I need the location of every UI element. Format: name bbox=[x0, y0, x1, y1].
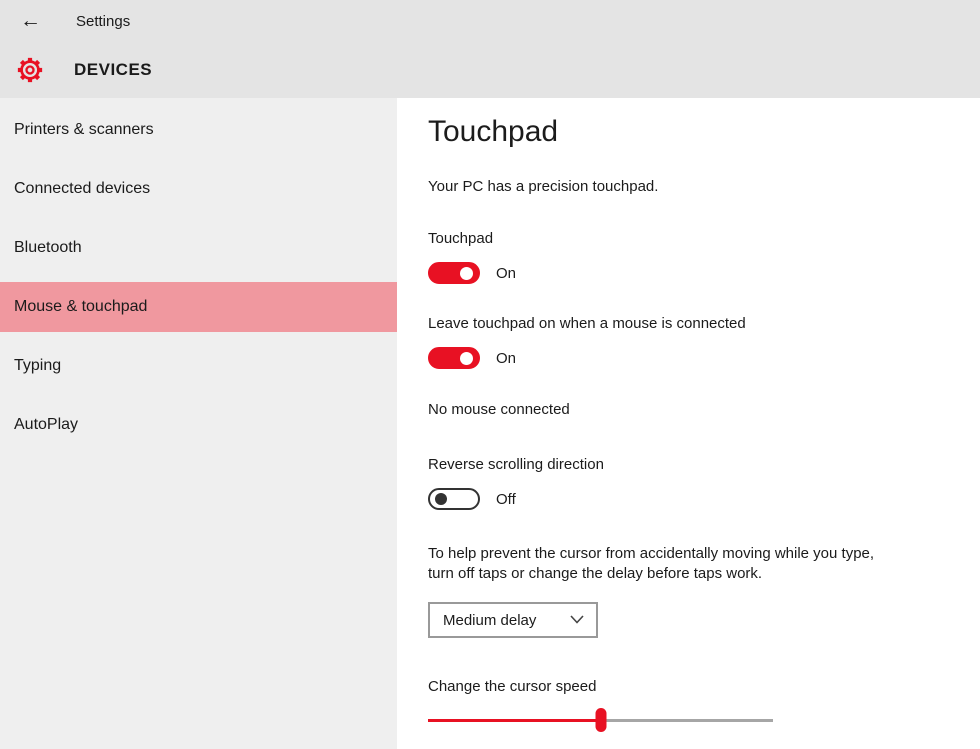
toggle-knob bbox=[460, 266, 473, 280]
sidebar-item-bluetooth[interactable]: Bluetooth bbox=[0, 223, 397, 273]
sidebar-item-typing[interactable]: Typing bbox=[0, 341, 397, 391]
sidebar-item-printers-scanners[interactable]: Printers & scanners bbox=[0, 105, 397, 155]
slider-track-fill bbox=[428, 718, 601, 722]
touchpad-toggle-label: Touchpad bbox=[428, 230, 494, 247]
reverse-scrolling-toggle[interactable] bbox=[428, 488, 480, 510]
back-icon[interactable]: ← bbox=[20, 9, 50, 33]
touchpad-toggle[interactable] bbox=[428, 262, 480, 284]
touchpad-panel: Touchpad Your PC has a precision touchpa… bbox=[397, 98, 980, 749]
reverse-scrolling-toggle-row: Off bbox=[428, 488, 980, 510]
toggle-knob bbox=[435, 493, 447, 505]
touchpad-toggle-row: On bbox=[428, 262, 980, 284]
leave-on-toggle[interactable] bbox=[428, 347, 480, 369]
sidebar-item-label: Typing bbox=[14, 357, 62, 374]
section-title: Touchpad bbox=[428, 115, 559, 148]
sidebar-item-label: AutoPlay bbox=[14, 416, 79, 433]
settings-window: ← Settings DEVICES Printers & scanners C… bbox=[0, 0, 980, 749]
slider-thumb[interactable] bbox=[595, 708, 606, 732]
sidebar-item-autoplay[interactable]: AutoPlay bbox=[0, 400, 397, 450]
page-title-row: DEVICES bbox=[0, 42, 980, 98]
toggle-knob bbox=[460, 351, 473, 365]
no-mouse-connected-text: No mouse connected bbox=[428, 401, 570, 418]
sidebar-item-label: Connected devices bbox=[14, 180, 151, 197]
sidebar-item-label: Printers & scanners bbox=[14, 121, 154, 138]
precision-touchpad-text: Your PC has a precision touchpad. bbox=[428, 178, 659, 195]
app-title: Settings bbox=[76, 12, 131, 30]
chevron-down-icon bbox=[570, 611, 584, 629]
touchpad-toggle-state: On bbox=[496, 264, 517, 282]
leave-on-toggle-state: On bbox=[496, 349, 517, 367]
header-band: ← Settings DEVICES bbox=[0, 0, 980, 98]
reverse-scrolling-toggle-state: Off bbox=[496, 490, 516, 508]
sidebar-item-connected-devices[interactable]: Connected devices bbox=[0, 164, 397, 214]
sidebar-item-label: Bluetooth bbox=[14, 239, 82, 256]
tap-delay-dropdown-value: Medium delay bbox=[443, 611, 537, 629]
cursor-speed-slider[interactable] bbox=[428, 707, 773, 733]
titlebar: ← Settings bbox=[0, 0, 980, 42]
sidebar-item-mouse-touchpad[interactable]: Mouse & touchpad bbox=[0, 282, 397, 332]
cursor-speed-label: Change the cursor speed bbox=[428, 678, 597, 695]
sidebar-item-label: Mouse & touchpad bbox=[14, 298, 148, 315]
leave-on-toggle-row: On bbox=[428, 347, 980, 369]
tap-delay-dropdown[interactable]: Medium delay bbox=[428, 602, 598, 638]
reverse-scrolling-toggle-label: Reverse scrolling direction bbox=[428, 456, 604, 473]
gear-icon bbox=[16, 56, 44, 84]
taps-delay-help-text: To help prevent the cursor from accident… bbox=[428, 545, 875, 582]
leave-on-toggle-label: Leave touchpad on when a mouse is connec… bbox=[428, 315, 746, 332]
sidebar: Printers & scanners Connected devices Bl… bbox=[0, 98, 397, 749]
page-title: DEVICES bbox=[74, 60, 153, 79]
